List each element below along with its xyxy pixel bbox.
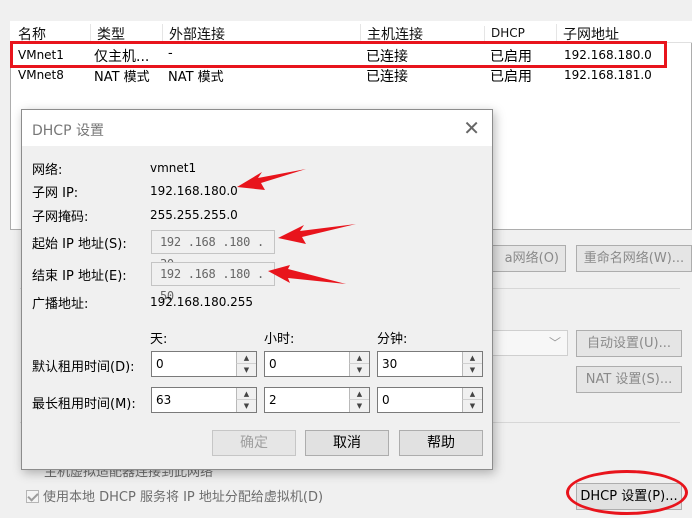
broadcast-value: 192.168.180.255	[150, 295, 254, 309]
annotation-highlight-box	[10, 41, 667, 68]
spin-up-icon[interactable]: ▲	[462, 388, 482, 400]
default-lease-minutes-input[interactable]	[380, 354, 460, 374]
help-button[interactable]: 帮助	[399, 430, 483, 456]
dialog-title-bar: DHCP 设置 ✕	[22, 110, 492, 146]
max-lease-hours-stepper[interactable]: ▲ ▼	[264, 387, 370, 413]
default-lease-minutes-stepper[interactable]: ▲ ▼	[377, 351, 483, 377]
spin-up-icon[interactable]: ▲	[349, 352, 369, 364]
max-lease-minutes-stepper[interactable]: ▲ ▼	[377, 387, 483, 413]
max-lease-hours-input[interactable]	[267, 390, 347, 410]
subnet-ip-value: 192.168.180.0	[150, 184, 238, 198]
network-list-header: 名称 类型 外部连接 主机连接 DHCP 子网地址	[10, 21, 692, 44]
spin-down-icon[interactable]: ▼	[236, 364, 256, 376]
annotation-ellipse	[566, 470, 688, 515]
subnet-mask-label: 子网掩码:	[32, 210, 89, 225]
default-lease-label: 默认租用时间(D):	[32, 360, 135, 375]
start-ip-label: 起始 IP 地址(S):	[32, 237, 127, 252]
spin-down-icon[interactable]: ▼	[349, 364, 369, 376]
subnet-mask-value: 255.255.255.0	[150, 208, 238, 222]
cancel-button[interactable]: 取消	[305, 430, 389, 456]
max-lease-label: 最长租用时间(M):	[32, 397, 136, 412]
default-lease-hours-stepper[interactable]: ▲ ▼	[264, 351, 370, 377]
dialog-title: DHCP 设置	[32, 123, 104, 139]
default-lease-days-stepper[interactable]: ▲ ▼	[151, 351, 257, 377]
checkbox-checked-icon	[26, 490, 39, 503]
cell-type: NAT 模式	[94, 70, 150, 85]
hours-column-label: 小时:	[264, 332, 295, 347]
spin-up-icon[interactable]: ▲	[236, 388, 256, 400]
end-ip-label: 结束 IP 地址(E):	[32, 269, 127, 284]
cell-host: 已连接	[366, 69, 408, 85]
broadcast-label: 广播地址:	[32, 297, 89, 312]
subnet-ip-label: 子网 IP:	[32, 186, 79, 201]
max-lease-days-stepper[interactable]: ▲ ▼	[151, 387, 257, 413]
cell-external: NAT 模式	[168, 70, 224, 85]
close-icon[interactable]: ✕	[463, 116, 480, 140]
column-header-subnet[interactable]: 子网地址	[556, 24, 619, 43]
use-local-dhcp-label: 使用本地 DHCP 服务将 IP 地址分配给虚拟机(D)	[43, 490, 324, 505]
default-lease-days-input[interactable]	[154, 354, 234, 374]
use-local-dhcp-checkbox[interactable]: 使用本地 DHCP 服务将 IP 地址分配给虚拟机(D)	[26, 486, 323, 505]
default-lease-hours-input[interactable]	[267, 354, 347, 374]
column-header-external[interactable]: 外部连接	[162, 24, 225, 43]
max-lease-days-input[interactable]	[154, 390, 234, 410]
network-label: 网络:	[32, 163, 63, 178]
minutes-column-label: 分钟:	[377, 332, 408, 347]
cell-name: VMnet8	[18, 68, 64, 82]
table-row[interactable]: VMnet8 NAT 模式 NAT 模式 已连接 已启用 192.168.181…	[10, 65, 692, 85]
column-header-type[interactable]: 类型	[90, 24, 125, 43]
cell-subnet: 192.168.181.0	[564, 68, 652, 82]
cell-dhcp: 已启用	[490, 69, 532, 85]
spin-up-icon[interactable]: ▲	[462, 352, 482, 364]
start-ip-field[interactable]: 192 .168 .180 . 30	[151, 230, 275, 271]
spin-down-icon[interactable]: ▼	[462, 364, 482, 376]
adapter-combo[interactable]: ﹀	[480, 330, 568, 356]
days-column-label: 天:	[150, 332, 168, 347]
spin-up-icon[interactable]: ▲	[349, 388, 369, 400]
spin-up-icon[interactable]: ▲	[236, 352, 256, 364]
spin-down-icon[interactable]: ▼	[349, 400, 369, 412]
spin-down-icon[interactable]: ▼	[462, 400, 482, 412]
ok-button[interactable]: 确定	[212, 430, 296, 456]
end-ip-field[interactable]: 192 .168 .180 . 50	[151, 262, 275, 303]
network-value: vmnet1	[150, 161, 197, 175]
dhcp-settings-dialog: DHCP 设置 ✕ 网络: vmnet1 子网 IP: 192.168.180.…	[21, 109, 493, 470]
rename-network-button[interactable]: 重命名网络(W)...	[576, 245, 692, 272]
max-lease-minutes-input[interactable]	[380, 390, 460, 410]
auto-settings-button[interactable]: 自动设置(U)...	[576, 330, 682, 357]
column-header-host[interactable]: 主机连接	[360, 24, 423, 43]
column-header-name[interactable]: 名称	[12, 24, 46, 43]
chevron-down-icon: ﹀	[548, 336, 561, 350]
nat-settings-button[interactable]: NAT 设置(S)...	[576, 366, 682, 393]
spin-down-icon[interactable]: ▼	[236, 400, 256, 412]
